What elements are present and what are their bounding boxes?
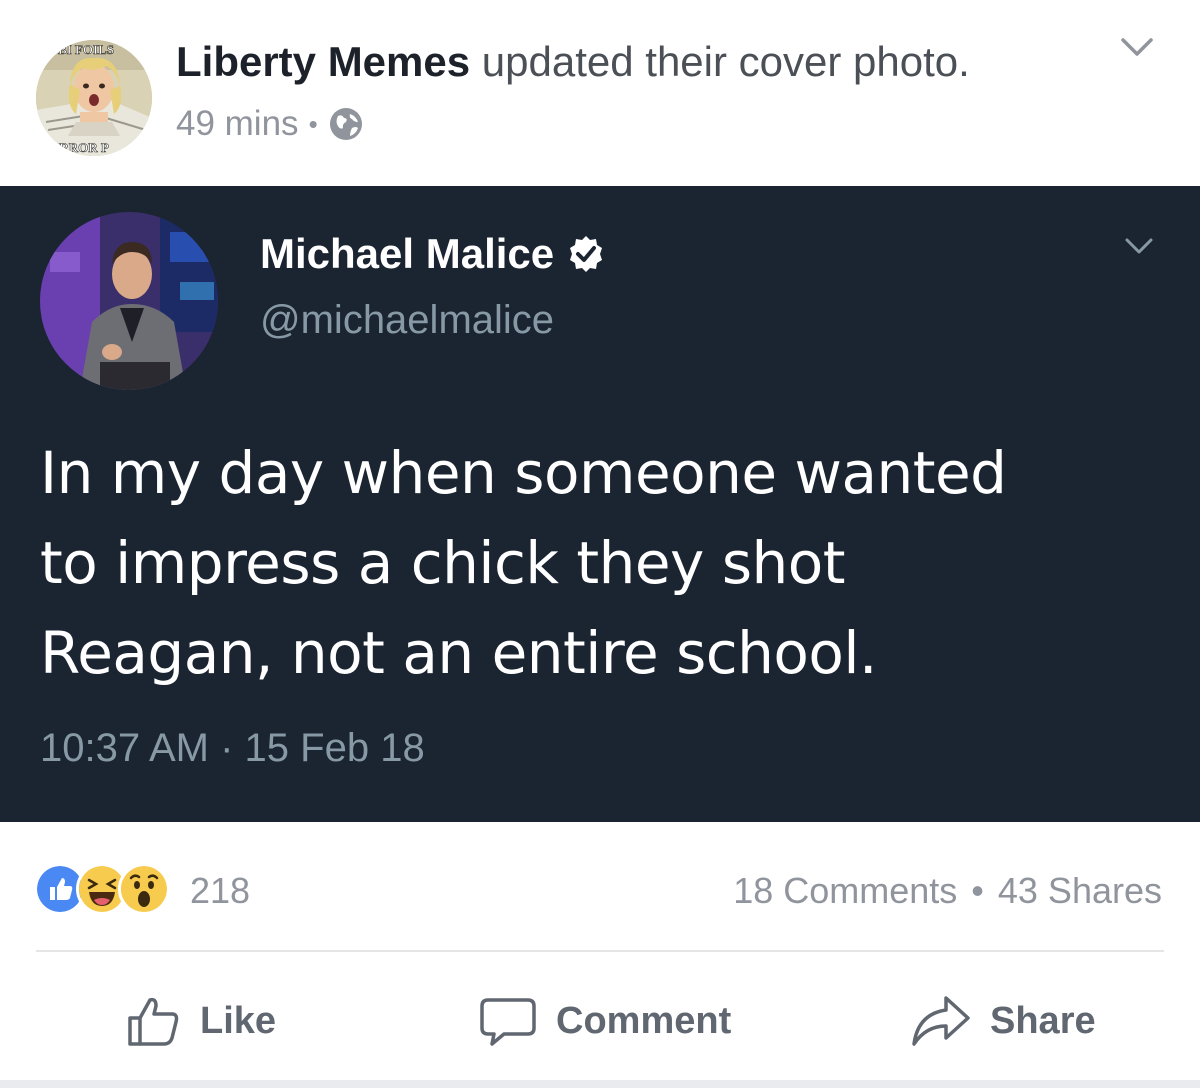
tweet-text: In my day when someone wanted to impress… [40, 439, 1007, 687]
avatar-caption-top: FBI FOILS [50, 42, 114, 57]
post-action-text: updated their cover photo. [481, 38, 970, 85]
like-button[interactable]: Like [124, 992, 276, 1050]
tweet-author-handle[interactable]: @michaelmalice [260, 298, 554, 343]
reaction-count[interactable]: 218 [190, 870, 250, 912]
tweet-author-avatar-image [40, 212, 218, 390]
comment-button[interactable]: Comment [478, 992, 731, 1050]
comment-button-label: Comment [556, 999, 732, 1042]
comments-shares-summary: 18 Comments • 43 Shares [733, 870, 1162, 912]
like-button-label: Like [200, 999, 277, 1042]
comments-count-link[interactable]: 18 Comments [733, 870, 957, 912]
tweet-options-chevron-icon[interactable] [1124, 236, 1154, 256]
page-avatar-image: FBI FOILS TERROR P [36, 40, 152, 156]
globe-icon[interactable] [328, 106, 364, 142]
post-title: Liberty Memes updated their cover photo. [176, 38, 970, 86]
meta-separator: • [308, 108, 318, 139]
tweet-card: Michael Malice @michaelmalice In my day … [0, 186, 1200, 822]
comment-bubble-icon [480, 998, 536, 1046]
post-header: FBI FOILS TERROR P Liberty Memes updated… [0, 0, 1200, 186]
verified-badge-icon [570, 236, 603, 272]
reactions-summary: 218 18 Comments • 43 Shares [0, 822, 1200, 950]
post-options-chevron-icon[interactable] [1120, 36, 1154, 58]
thumbs-up-icon [128, 997, 179, 1046]
wow-reaction-icon [118, 863, 170, 915]
tweet-author-name[interactable]: Michael Malice [260, 230, 606, 278]
post-meta: 49 mins • [176, 104, 364, 144]
avatar-caption-bottom: TERROR P [42, 140, 109, 155]
post-actions: Like Comment Share [0, 952, 1200, 1080]
share-arrow-icon [912, 996, 970, 1046]
page-avatar[interactable]: FBI FOILS TERROR P [36, 40, 152, 156]
reaction-icons[interactable] [34, 863, 170, 915]
post-timestamp[interactable]: 49 mins [176, 104, 299, 144]
tweet-timestamp: 10:37 AM · 15 Feb 18 [40, 726, 425, 770]
summary-separator: • [971, 870, 984, 911]
shares-count-link[interactable]: 43 Shares [998, 870, 1162, 912]
tweet-author-avatar[interactable] [40, 212, 218, 390]
share-button-label: Share [990, 999, 1096, 1042]
page-name-link[interactable]: Liberty Memes [176, 38, 470, 85]
share-button[interactable]: Share [910, 992, 1096, 1050]
feed-separator [0, 1080, 1200, 1088]
tweet-author-name-text: Michael Malice [260, 230, 555, 277]
